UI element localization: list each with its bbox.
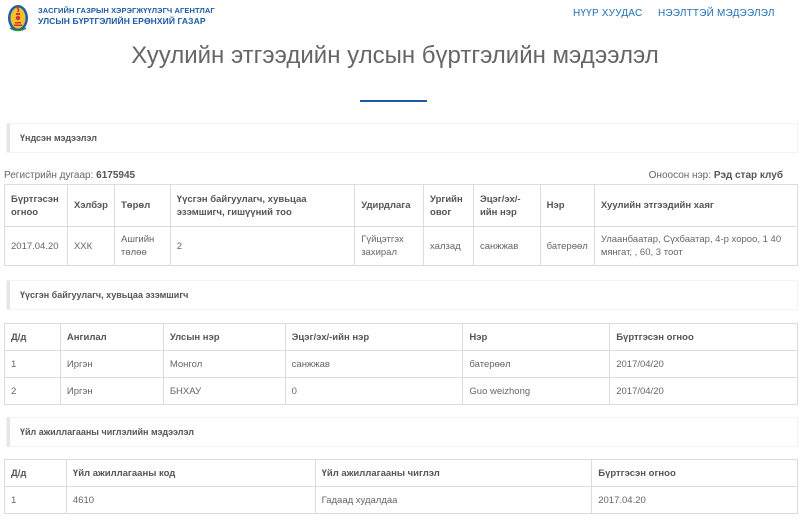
site-header: ЗАСГИЙН ГАЗРЫН ХЭРЭГЖҮҮЛЭГЧ АГЕНТЛАГ УЛС… [0,0,803,34]
section-basic-info-title: Үндсэн мэдээлэл [20,133,97,143]
cell-category: Иргэн [59,377,164,405]
cell-reg-date: 2017.04.20 [591,486,798,514]
cell-form: ХХК [66,226,116,266]
cell-name: батерөөл [539,226,595,266]
section-founders-title: Үүсгэн байгуулагч, хувьцаа эзэмшигч [20,290,189,300]
section-activity: Үйл ажиллагааны чиглэлийн мэдээлэл [7,418,797,446]
col-parent-name: Эцэг/эх/-ийн нэр [472,184,541,227]
col-index: Д/д [4,323,61,351]
founders-table: Д/д Ангилал Улсын нэр Эцэг/эх/-ийн нэр Н… [4,323,798,405]
cell-reg-date: 2017/04/20 [609,350,798,378]
cell-management: Гүйцэтгэх захирал [354,226,425,266]
col-category: Ангилал [59,323,164,351]
col-form: Хэлбэр [66,184,116,227]
cell-name: Guo weizhong [462,377,611,405]
cell-activity-code: 4610 [65,486,316,514]
col-activity-code: Үйл ажиллагааны код [65,459,316,487]
col-country: Улсын нэр [162,323,286,351]
col-parent-name: Эцэг/эх/-ийн нэр [284,323,464,351]
cell-category: Иргэн [59,350,164,378]
cell-address: Улаанбаатар, Сүхбаатар, 4-р хороо, 1 40 … [593,226,799,266]
table-row: 1 4610 Гадаад худалдаа 2017.04.20 [4,486,798,514]
registration-number-value: 6175945 [96,170,136,181]
col-clan: Ургийн овог [423,184,474,227]
org-name-line1: ЗАСГИЙН ГАЗРЫН ХЭРЭГЖҮҮЛЭГЧ АГЕНТЛАГ [38,6,215,15]
section-founders: Үүсгэн байгуулагч, хувьцаа эзэмшигч [7,281,797,309]
cell-name: батерөөл [462,350,611,378]
col-founders-count: Үүсгэн байгуулагч, хувьцаа эзэмшигч, гиш… [169,184,356,227]
cell-index: 2 [4,377,61,405]
col-name: Нэр [462,323,611,351]
registration-number-label: Регистрийн дугаар: [4,170,94,181]
soyombo-emblem-icon[interactable] [7,2,29,32]
org-name-line2: УЛСЫН БҮРТГЭЛИЙН ЕРӨНХИЙ ГАЗАР [38,16,206,26]
table-header-row: Д/д Ангилал Улсын нэр Эцэг/эх/-ийн нэр Н… [4,323,798,351]
basic-info-table: Бүртгэсэн огноо Хэлбэр Төрөл Үүсгэн байг… [4,184,799,266]
cell-country: Монгол [162,350,286,378]
cell-index: 1 [4,350,61,378]
col-activity-direction: Үйл ажиллагааны чиглэл [314,459,593,487]
table-row: 2017.04.20 ХХК Ашгийн төлөө 2 Гүйцэтгэх … [4,226,799,266]
col-reg-date: Бүртгэсэн огноо [591,459,798,487]
cell-parent-name: санжжав [472,226,541,266]
table-header-row: Д/д Үйл ажиллагааны код Үйл ажиллагааны … [4,459,798,487]
cell-clan: халзад [423,226,474,266]
cell-type: Ашгийн төлөө [114,226,171,266]
cell-country: БНХАУ [162,377,286,405]
entity-short-name-value: Рэд стар клуб [713,170,783,181]
nav-home-link[interactable]: НҮҮР ХУУДАС [573,8,642,19]
page-title: Хуулийн этгээдийн улсын бүртгэлийн мэдээ… [131,42,659,69]
col-reg-date: Бүртгэсэн огноо [609,323,798,351]
activity-table: Д/д Үйл ажиллагааны код Үйл ажиллагааны … [4,459,798,514]
cell-parent-name: 0 [284,377,464,405]
col-reg-date: Бүртгэсэн огноо [4,184,68,227]
cell-activity-direction: Гадаад худалдаа [314,486,593,514]
table-row: 1 Иргэн Монгол санжжав батерөөл 2017/04/… [4,350,798,378]
col-address: Хуулийн этгээдийн хаяг [593,184,799,227]
registration-number: Регистрийн дугаар: 6175945 [4,170,135,181]
entity-short-name: Оноосон нэр: Рэд стар клуб [649,170,783,181]
section-basic-info: Үндсэн мэдээлэл [7,124,797,152]
cell-reg-date: 2017/04/20 [609,377,798,405]
cell-founders-count: 2 [169,226,356,266]
col-type: Төрөл [114,184,171,227]
table-header-row: Бүртгэсэн огноо Хэлбэр Төрөл Үүсгэн байг… [4,184,799,227]
table-row: 2 Иргэн БНХАУ 0 Guo weizhong 2017/04/20 [4,377,798,405]
cell-parent-name: санжжав [284,350,464,378]
col-index: Д/д [4,459,67,487]
nav-open-info-link[interactable]: НЭЭЛТТЭЙ МЭДЭЭЛЭЛ [658,8,775,19]
section-activity-title: Үйл ажиллагааны чиглэлийн мэдээлэл [20,427,194,437]
entity-short-name-label: Оноосон нэр: [648,170,712,181]
col-management: Удирдлага [354,184,425,227]
cell-index: 1 [4,486,67,514]
title-underline [360,100,427,102]
col-name: Нэр [539,184,595,227]
cell-reg-date: 2017.04.20 [4,226,68,266]
